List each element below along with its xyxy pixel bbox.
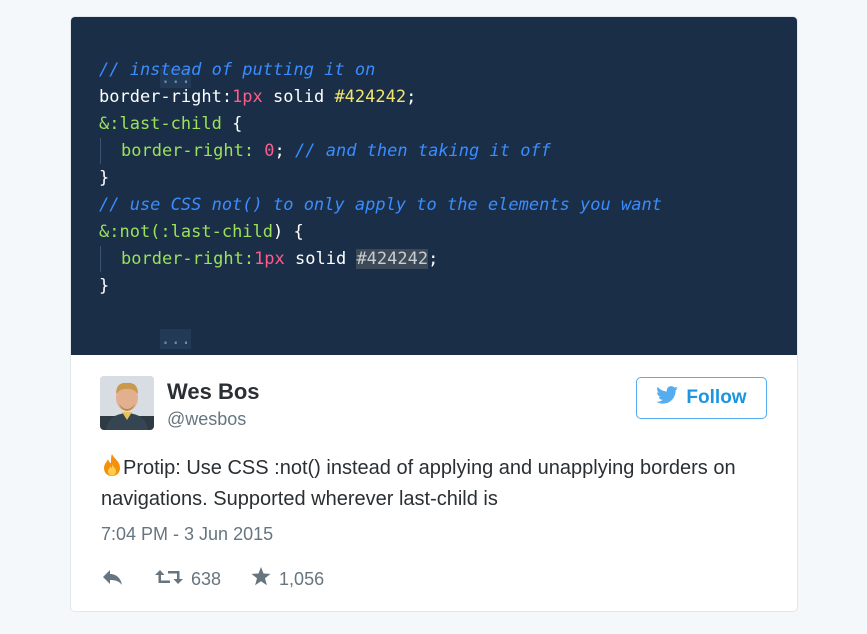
author-handle[interactable]: @wesbos <box>167 409 246 430</box>
retweet-count: 638 <box>191 568 222 589</box>
tweet-card: ... // instead of putting it on border-r… <box>70 16 798 612</box>
code-line-8: border-right:1px solid #424242; <box>121 249 439 269</box>
retweet-button[interactable]: 638 <box>155 568 221 591</box>
twitter-bird-icon <box>656 386 679 410</box>
follow-button[interactable]: Follow <box>636 377 767 419</box>
tweet-actions: 638 1,056 <box>101 566 354 592</box>
reply-icon <box>101 568 125 591</box>
code-line-5: } <box>99 168 110 188</box>
tweet-text-block: Protip: Use CSS :not() instead of applyi… <box>101 453 761 515</box>
tweet-text: Protip: Use CSS :not() instead of applyi… <box>101 457 736 510</box>
reply-button[interactable] <box>101 568 125 591</box>
code-line-dots-bottom: ... <box>160 329 192 349</box>
like-button[interactable]: 1,056 <box>251 567 324 591</box>
code-line-2: border-right:1px solid #424242; <box>99 87 417 107</box>
fire-icon <box>101 453 123 476</box>
author-name[interactable]: Wes Bos <box>167 379 260 405</box>
retweet-icon <box>155 568 183 591</box>
code-line-7: &:not(:last-child) { <box>99 222 304 242</box>
avatar[interactable] <box>100 376 154 430</box>
tweet-timestamp[interactable]: 7:04 PM - 3 Jun 2015 <box>101 524 273 545</box>
code-line-9: } <box>99 276 110 296</box>
follow-label: Follow <box>686 387 747 408</box>
code-line-1: // instead of putting it on <box>99 60 376 80</box>
code-line-6: // use CSS not() to only apply to the el… <box>99 195 662 215</box>
code-screenshot: ... // instead of putting it on border-r… <box>71 17 797 355</box>
star-icon <box>251 567 271 591</box>
code-line-4: border-right: 0; // and then taking it o… <box>121 141 551 161</box>
like-count: 1,056 <box>279 568 325 589</box>
code-line-3: &:last-child { <box>99 114 243 134</box>
